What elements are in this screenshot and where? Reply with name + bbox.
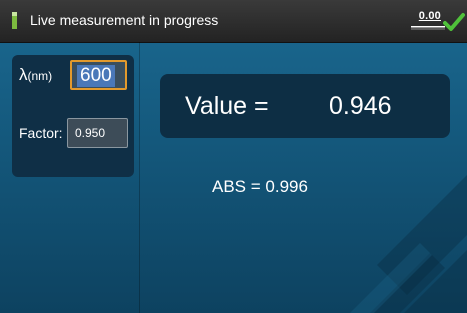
wavelength-value: 600 <box>77 65 115 87</box>
factor-input[interactable]: 0.950 <box>67 118 128 148</box>
value-reading: 0.946 <box>329 92 392 120</box>
panel-divider <box>139 42 140 313</box>
wavelength-input[interactable]: 600 <box>70 60 127 90</box>
wavelength-label: λ(nm) <box>19 65 52 85</box>
checkmark-icon <box>443 13 465 31</box>
status-title: Live measurement in progress <box>30 12 219 28</box>
status-reading: 0.00 <box>418 10 441 22</box>
factor-label: Factor: <box>19 125 63 141</box>
title-bar: Live measurement in progress 0.00 <box>0 0 467 43</box>
abs-value: 0.996 <box>265 177 308 196</box>
wavelength-unit: (nm) <box>27 69 53 83</box>
sample-vial-icon <box>12 12 17 29</box>
absorbance-readout: ABS = 0.996 <box>212 177 308 197</box>
wavelength-symbol: λ <box>19 65 28 84</box>
measurement-screen: Live measurement in progress 0.00 λ(nm) … <box>0 0 467 313</box>
status-reading-underline <box>411 26 445 30</box>
value-label: Value = <box>185 92 269 120</box>
abs-label: ABS = <box>212 177 266 196</box>
